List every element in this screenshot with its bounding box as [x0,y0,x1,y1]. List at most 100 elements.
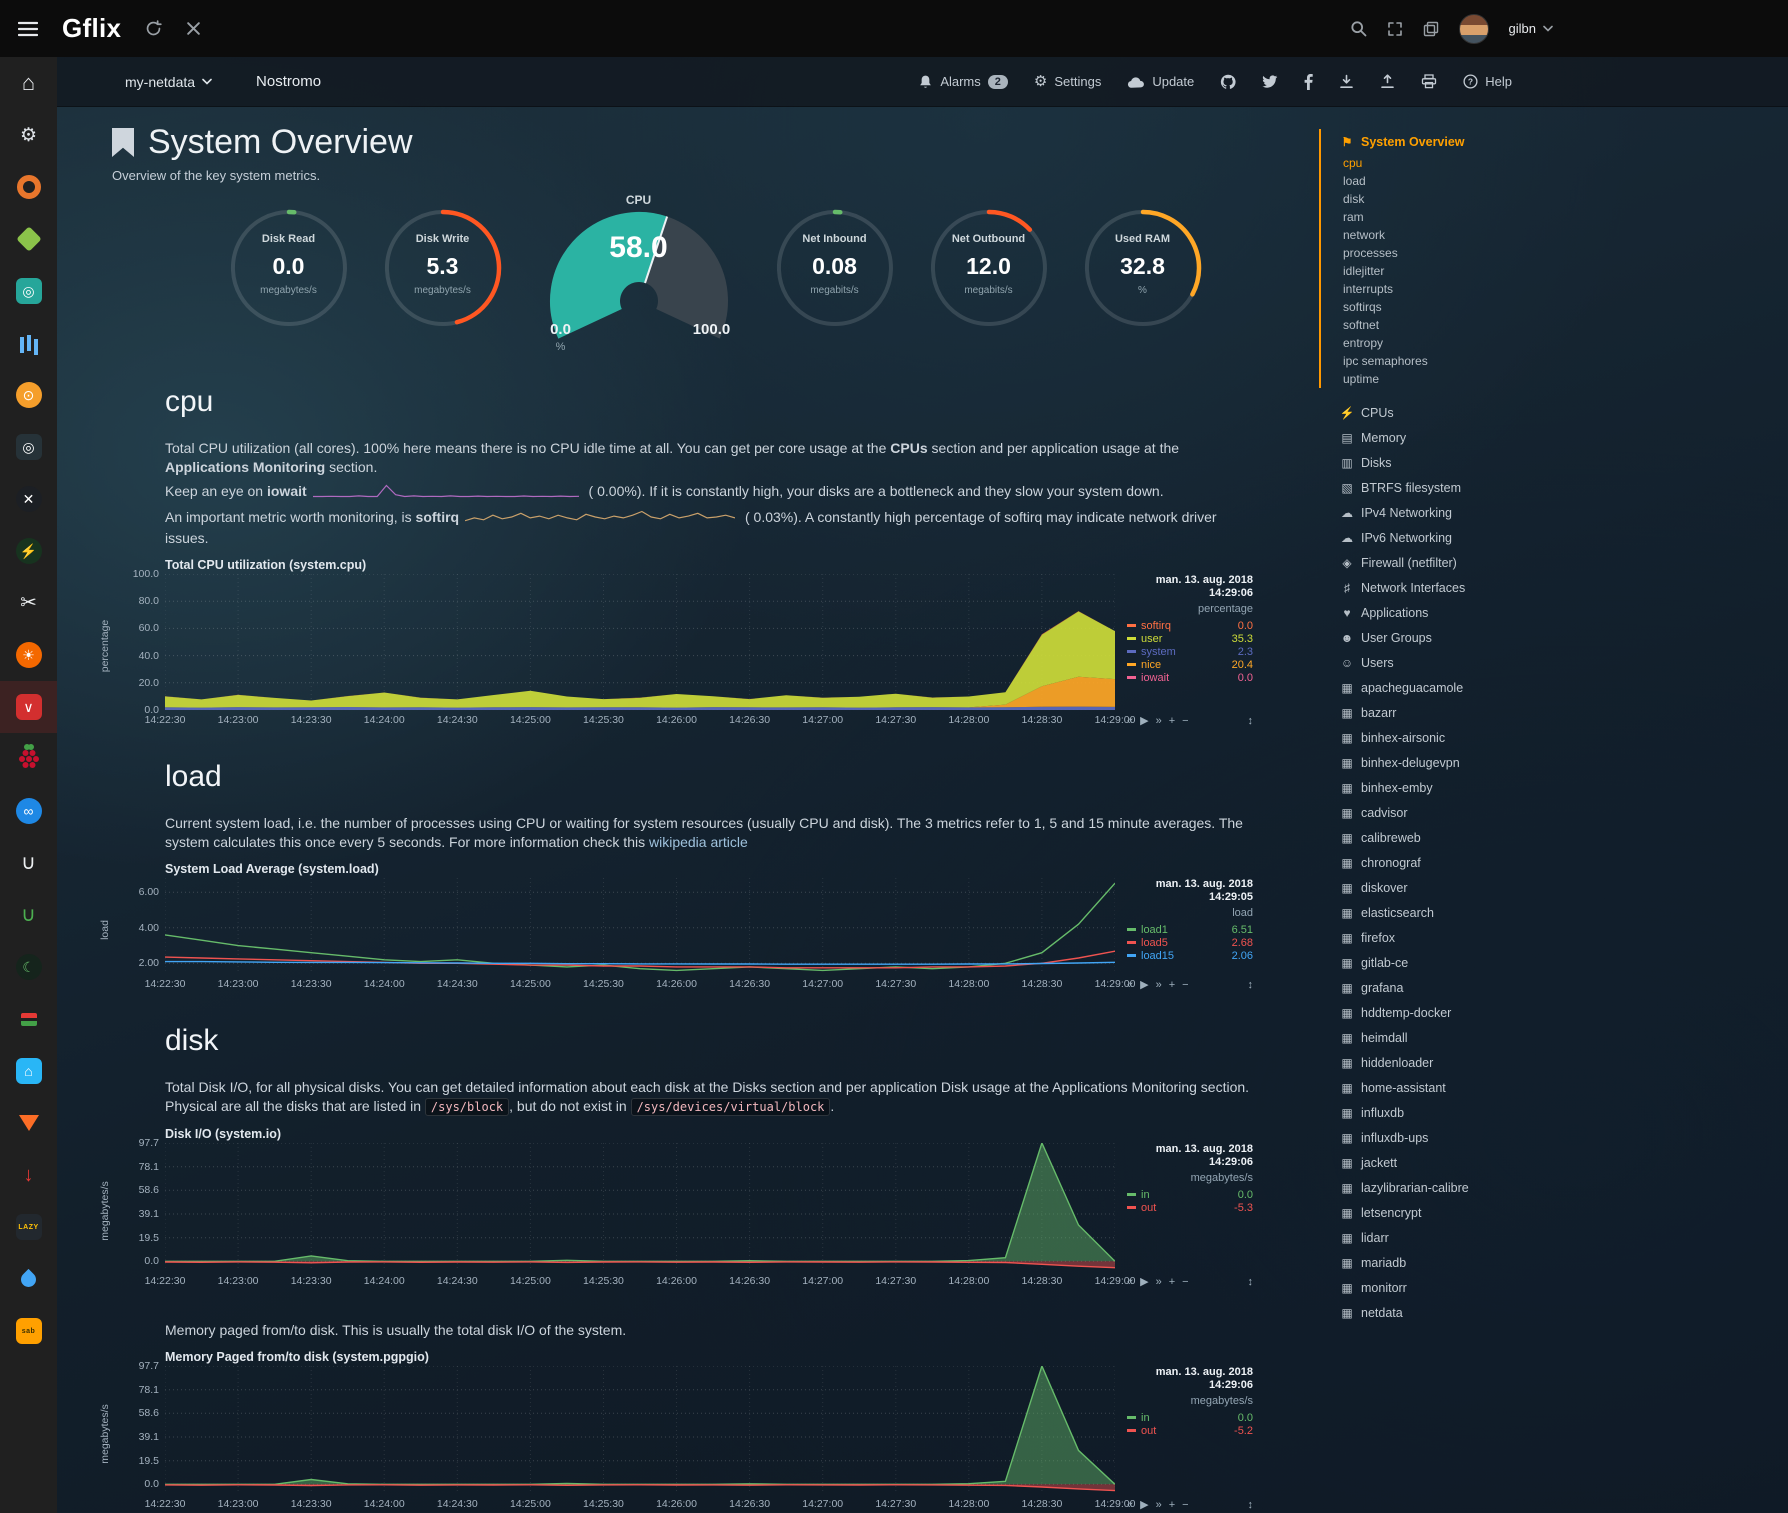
nav-item-cpu[interactable]: cpu [1321,154,1788,172]
pan-left-button[interactable]: « [1127,1276,1133,1288]
app-sidebar-item[interactable]: ∪ [0,837,57,889]
hamburger-menu-icon[interactable] [18,21,38,37]
app-sidebar-item[interactable]: ⚡ [0,525,57,577]
resize-handle[interactable]: ↕ [1248,715,1254,727]
nav-item-btrfs-filesystem[interactable]: ▧BTRFS filesystem [1321,475,1788,500]
nav-item-firefox[interactable]: ▦firefox [1321,925,1788,950]
app-sidebar-item[interactable]: ✕ [0,473,57,525]
windows-icon[interactable] [1423,21,1439,37]
nav-item-idlejitter[interactable]: idlejitter [1321,262,1788,280]
nav-item-letsencrypt[interactable]: ▦letsencrypt [1321,1200,1788,1225]
pan-right-button[interactable]: » [1156,979,1162,991]
legend-row-user[interactable]: user35.3 [1127,632,1253,645]
nav-item-heimdall[interactable]: ▦heimdall [1321,1025,1788,1050]
nav-item-bazarr[interactable]: ▦bazarr [1321,700,1788,725]
upload-icon[interactable] [1380,74,1395,89]
zoom-in-button[interactable]: + [1169,1276,1175,1288]
nav-item-user-groups[interactable]: ☻User Groups [1321,625,1788,650]
nav-item-apacheguacamole[interactable]: ▦apacheguacamole [1321,675,1788,700]
zoom-out-button[interactable]: − [1182,1499,1188,1511]
app-sidebar-item[interactable]: ⊙ [0,369,57,421]
nav-item-influxdb[interactable]: ▦influxdb [1321,1100,1788,1125]
nav-item-entropy[interactable]: entropy [1321,334,1788,352]
pan-right-button[interactable]: » [1156,715,1162,727]
twitter-icon[interactable] [1262,75,1278,89]
legend-row-load1[interactable]: load16.51 [1127,923,1253,936]
nav-item-diskover[interactable]: ▦diskover [1321,875,1788,900]
user-menu[interactable]: gilbn [1509,21,1553,36]
chart-plot-area[interactable] [165,574,1115,710]
nav-item-users[interactable]: ☺Users [1321,650,1788,675]
wikipedia-link[interactable]: wikipedia article [649,834,748,850]
app-sidebar-item[interactable] [0,317,57,369]
legend-row-in[interactable]: in0.0 [1127,1411,1253,1424]
pan-left-button[interactable]: « [1127,1499,1133,1511]
zoom-out-button[interactable]: − [1182,979,1188,991]
app-sidebar-item[interactable]: ∪ [0,889,57,941]
nav-item-system-overview[interactable]: ⚑System Overview [1321,129,1788,154]
nav-item-elasticsearch[interactable]: ▦elasticsearch [1321,900,1788,925]
nav-item-load[interactable]: load [1321,172,1788,190]
app-sidebar-item[interactable] [0,993,57,1045]
app-sidebar-item[interactable]: ◎ [0,265,57,317]
print-icon[interactable] [1421,74,1437,89]
app-sidebar-item[interactable]: ⌂ [0,57,57,109]
zoom-out-button[interactable]: − [1182,1276,1188,1288]
nav-item-gitlab-ce[interactable]: ▦gitlab-ce [1321,950,1788,975]
legend-row-in[interactable]: in0.0 [1127,1188,1253,1201]
nav-item-binhex-delugevpn[interactable]: ▦binhex-delugevpn [1321,750,1788,775]
nav-item-jackett[interactable]: ▦jackett [1321,1150,1788,1175]
nav-item-ipv6-networking[interactable]: ☁IPv6 Networking [1321,525,1788,550]
nav-item-monitorr[interactable]: ▦monitorr [1321,1275,1788,1300]
nav-item-lazylibrarian-calibre[interactable]: ▦lazylibrarian-calibre [1321,1175,1788,1200]
nav-item-firewall-netfilter-[interactable]: ◈Firewall (netfilter) [1321,550,1788,575]
nav-item-network-interfaces[interactable]: ♯Network Interfaces [1321,575,1788,600]
nav-item-ram[interactable]: ram [1321,208,1788,226]
zoom-in-button[interactable]: + [1169,979,1175,991]
nav-item-hiddenloader[interactable]: ▦hiddenloader [1321,1050,1788,1075]
nav-item-interrupts[interactable]: interrupts [1321,280,1788,298]
nav-item-binhex-emby[interactable]: ▦binhex-emby [1321,775,1788,800]
app-sidebar-item[interactable] [0,1097,57,1149]
resize-handle[interactable]: ↕ [1248,1276,1254,1288]
nav-item-disks[interactable]: ▥Disks [1321,450,1788,475]
alarms-button[interactable]: Alarms 2 [918,74,1008,90]
chart-plot-area[interactable] [165,1366,1115,1494]
search-icon[interactable] [1350,20,1367,37]
github-icon[interactable] [1220,74,1236,90]
nav-item-applications[interactable]: ♥Applications [1321,600,1788,625]
resize-handle[interactable]: ↕ [1248,1499,1254,1511]
nav-item-processes[interactable]: processes [1321,244,1788,262]
legend-row-softirq[interactable]: softirq0.0 [1127,619,1253,632]
nav-item-softnet[interactable]: softnet [1321,316,1788,334]
zoom-in-button[interactable]: + [1169,1499,1175,1511]
legend-row-load5[interactable]: load52.68 [1127,936,1253,949]
play-button[interactable]: ▶ [1140,1275,1148,1288]
app-sidebar-item[interactable]: ⚙ [0,109,57,161]
chart-plot-area[interactable] [165,1143,1115,1271]
help-button[interactable]: ? Help [1463,74,1512,89]
facebook-icon[interactable] [1304,74,1313,90]
app-sidebar-item[interactable]: ⌂ [0,1045,57,1097]
app-sidebar-item[interactable]: ∞ [0,785,57,837]
pan-left-button[interactable]: « [1127,979,1133,991]
nav-item-home-assistant[interactable]: ▦home-assistant [1321,1075,1788,1100]
app-sidebar-item[interactable] [0,161,57,213]
update-button[interactable]: Update [1127,74,1194,89]
nav-item-influxdb-ups[interactable]: ▦influxdb-ups [1321,1125,1788,1150]
chart-plot-area[interactable] [165,878,1115,974]
nav-item-disk[interactable]: disk [1321,190,1788,208]
app-sidebar-item[interactable]: LAZY [0,1201,57,1253]
nav-item-chronograf[interactable]: ▦chronograf [1321,850,1788,875]
play-button[interactable]: ▶ [1140,1498,1148,1511]
app-sidebar-item[interactable] [0,213,57,265]
play-button[interactable]: ▶ [1140,978,1148,991]
server-selector[interactable]: my-netdata [125,74,212,90]
legend-row-nice[interactable]: nice20.4 [1127,658,1253,671]
settings-button[interactable]: ⚙ Settings [1034,74,1101,89]
app-sidebar-item[interactable]: ◎ [0,421,57,473]
close-icon[interactable] [186,21,201,36]
nav-item-mariadb[interactable]: ▦mariadb [1321,1250,1788,1275]
nav-item-cadvisor[interactable]: ▦cadvisor [1321,800,1788,825]
fullscreen-icon[interactable] [1387,21,1403,37]
